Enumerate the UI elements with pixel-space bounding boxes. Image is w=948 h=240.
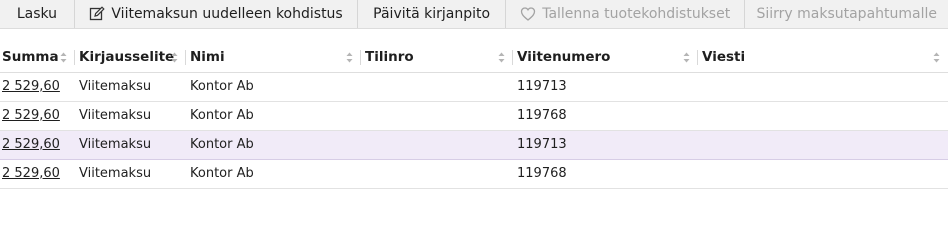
paivita-kirjanpito-button[interactable]: Päivitä kirjanpito xyxy=(358,0,506,28)
cell-summa[interactable]: 2 529,60 xyxy=(0,72,75,102)
cell-summa[interactable]: 2 529,60 xyxy=(0,130,75,160)
cell-tilinro xyxy=(361,101,513,131)
table-row[interactable]: 2 529,60 Viitemaksu Kontor Ab 119768 xyxy=(0,101,948,131)
cell-viitenumero: 119713 xyxy=(513,130,698,160)
heart-icon xyxy=(520,6,536,22)
table-row-selected[interactable]: 2 529,60 Viitemaksu Kontor Ab 119713 xyxy=(0,130,948,160)
column-label: Nimi xyxy=(190,48,225,65)
sort-icon xyxy=(60,52,67,63)
column-header-nimi[interactable]: Nimi xyxy=(186,42,361,73)
column-header-tilinro[interactable]: Tilinro xyxy=(361,42,513,73)
paivita-kirjanpito-label: Päivitä kirjanpito xyxy=(373,6,491,22)
lasku-button[interactable]: Lasku xyxy=(0,0,75,28)
cell-viitenumero: 119768 xyxy=(513,159,698,189)
cell-kirjausselite: Viitemaksu xyxy=(75,130,186,160)
sort-icon xyxy=(171,52,178,63)
column-header-viitenumero[interactable]: Viitenumero xyxy=(513,42,698,73)
sort-icon xyxy=(683,52,690,63)
cell-nimi: Kontor Ab xyxy=(186,72,361,102)
tallenna-tuotekohdistukset-label: Tallenna tuotekohdistukset xyxy=(542,6,731,22)
cell-kirjausselite: Viitemaksu xyxy=(75,101,186,131)
column-header-viesti[interactable]: Viesti xyxy=(698,42,948,73)
cell-summa[interactable]: 2 529,60 xyxy=(0,159,75,189)
column-label: Viitenumero xyxy=(517,48,611,65)
viitemaksun-kohdistus-button[interactable]: Viitemaksun uudelleen kohdistus xyxy=(74,0,359,28)
lasku-label: Lasku xyxy=(16,6,58,22)
summa-link[interactable]: 2 529,60 xyxy=(2,166,60,181)
edit-icon xyxy=(89,6,106,22)
cell-kirjausselite: Viitemaksu xyxy=(75,159,186,189)
payments-table: Summa Kirjausselite Nimi Tilinro Viitenu… xyxy=(0,42,948,189)
cell-nimi: Kontor Ab xyxy=(186,101,361,131)
summa-link[interactable]: 2 529,60 xyxy=(2,108,60,123)
tallenna-tuotekohdistukset-button[interactable]: Tallenna tuotekohdistukset xyxy=(505,0,746,28)
column-label: Summa xyxy=(2,48,59,65)
cell-kirjausselite: Viitemaksu xyxy=(75,72,186,102)
table-header-row: Summa Kirjausselite Nimi Tilinro Viitenu… xyxy=(0,42,948,73)
column-label: Viesti xyxy=(702,48,746,65)
cell-tilinro xyxy=(361,72,513,102)
cell-viesti xyxy=(698,101,948,131)
summa-link[interactable]: 2 529,60 xyxy=(2,137,60,152)
cell-viesti xyxy=(698,130,948,160)
cell-summa[interactable]: 2 529,60 xyxy=(0,101,75,131)
cell-viesti xyxy=(698,159,948,189)
column-header-summa[interactable]: Summa xyxy=(0,42,75,73)
table-row[interactable]: 2 529,60 Viitemaksu Kontor Ab 119713 xyxy=(0,72,948,102)
table-row[interactable]: 2 529,60 Viitemaksu Kontor Ab 119768 xyxy=(0,159,948,189)
cell-nimi: Kontor Ab xyxy=(186,130,361,160)
cell-tilinro xyxy=(361,130,513,160)
sort-icon xyxy=(346,52,353,63)
column-label: Tilinro xyxy=(365,48,414,65)
siirry-maksutapahtumalle-label: Siirry maksutapahtumalle xyxy=(756,6,937,22)
toolbar: Lasku Viitemaksun uudelleen kohdistus Pä… xyxy=(0,0,948,29)
column-label: Kirjausselite xyxy=(79,48,175,65)
siirry-maksutapahtumalle-button[interactable]: Siirry maksutapahtumalle xyxy=(745,0,948,28)
cell-viesti xyxy=(698,72,948,102)
viitemaksun-kohdistus-label: Viitemaksun uudelleen kohdistus xyxy=(111,6,343,22)
column-header-kirjausselite[interactable]: Kirjausselite xyxy=(75,42,186,73)
cell-tilinro xyxy=(361,159,513,189)
cell-viitenumero: 119768 xyxy=(513,101,698,131)
cell-nimi: Kontor Ab xyxy=(186,159,361,189)
summa-link[interactable]: 2 529,60 xyxy=(2,79,60,94)
cell-viitenumero: 119713 xyxy=(513,72,698,102)
sort-icon xyxy=(498,52,505,63)
sort-icon xyxy=(933,52,940,63)
